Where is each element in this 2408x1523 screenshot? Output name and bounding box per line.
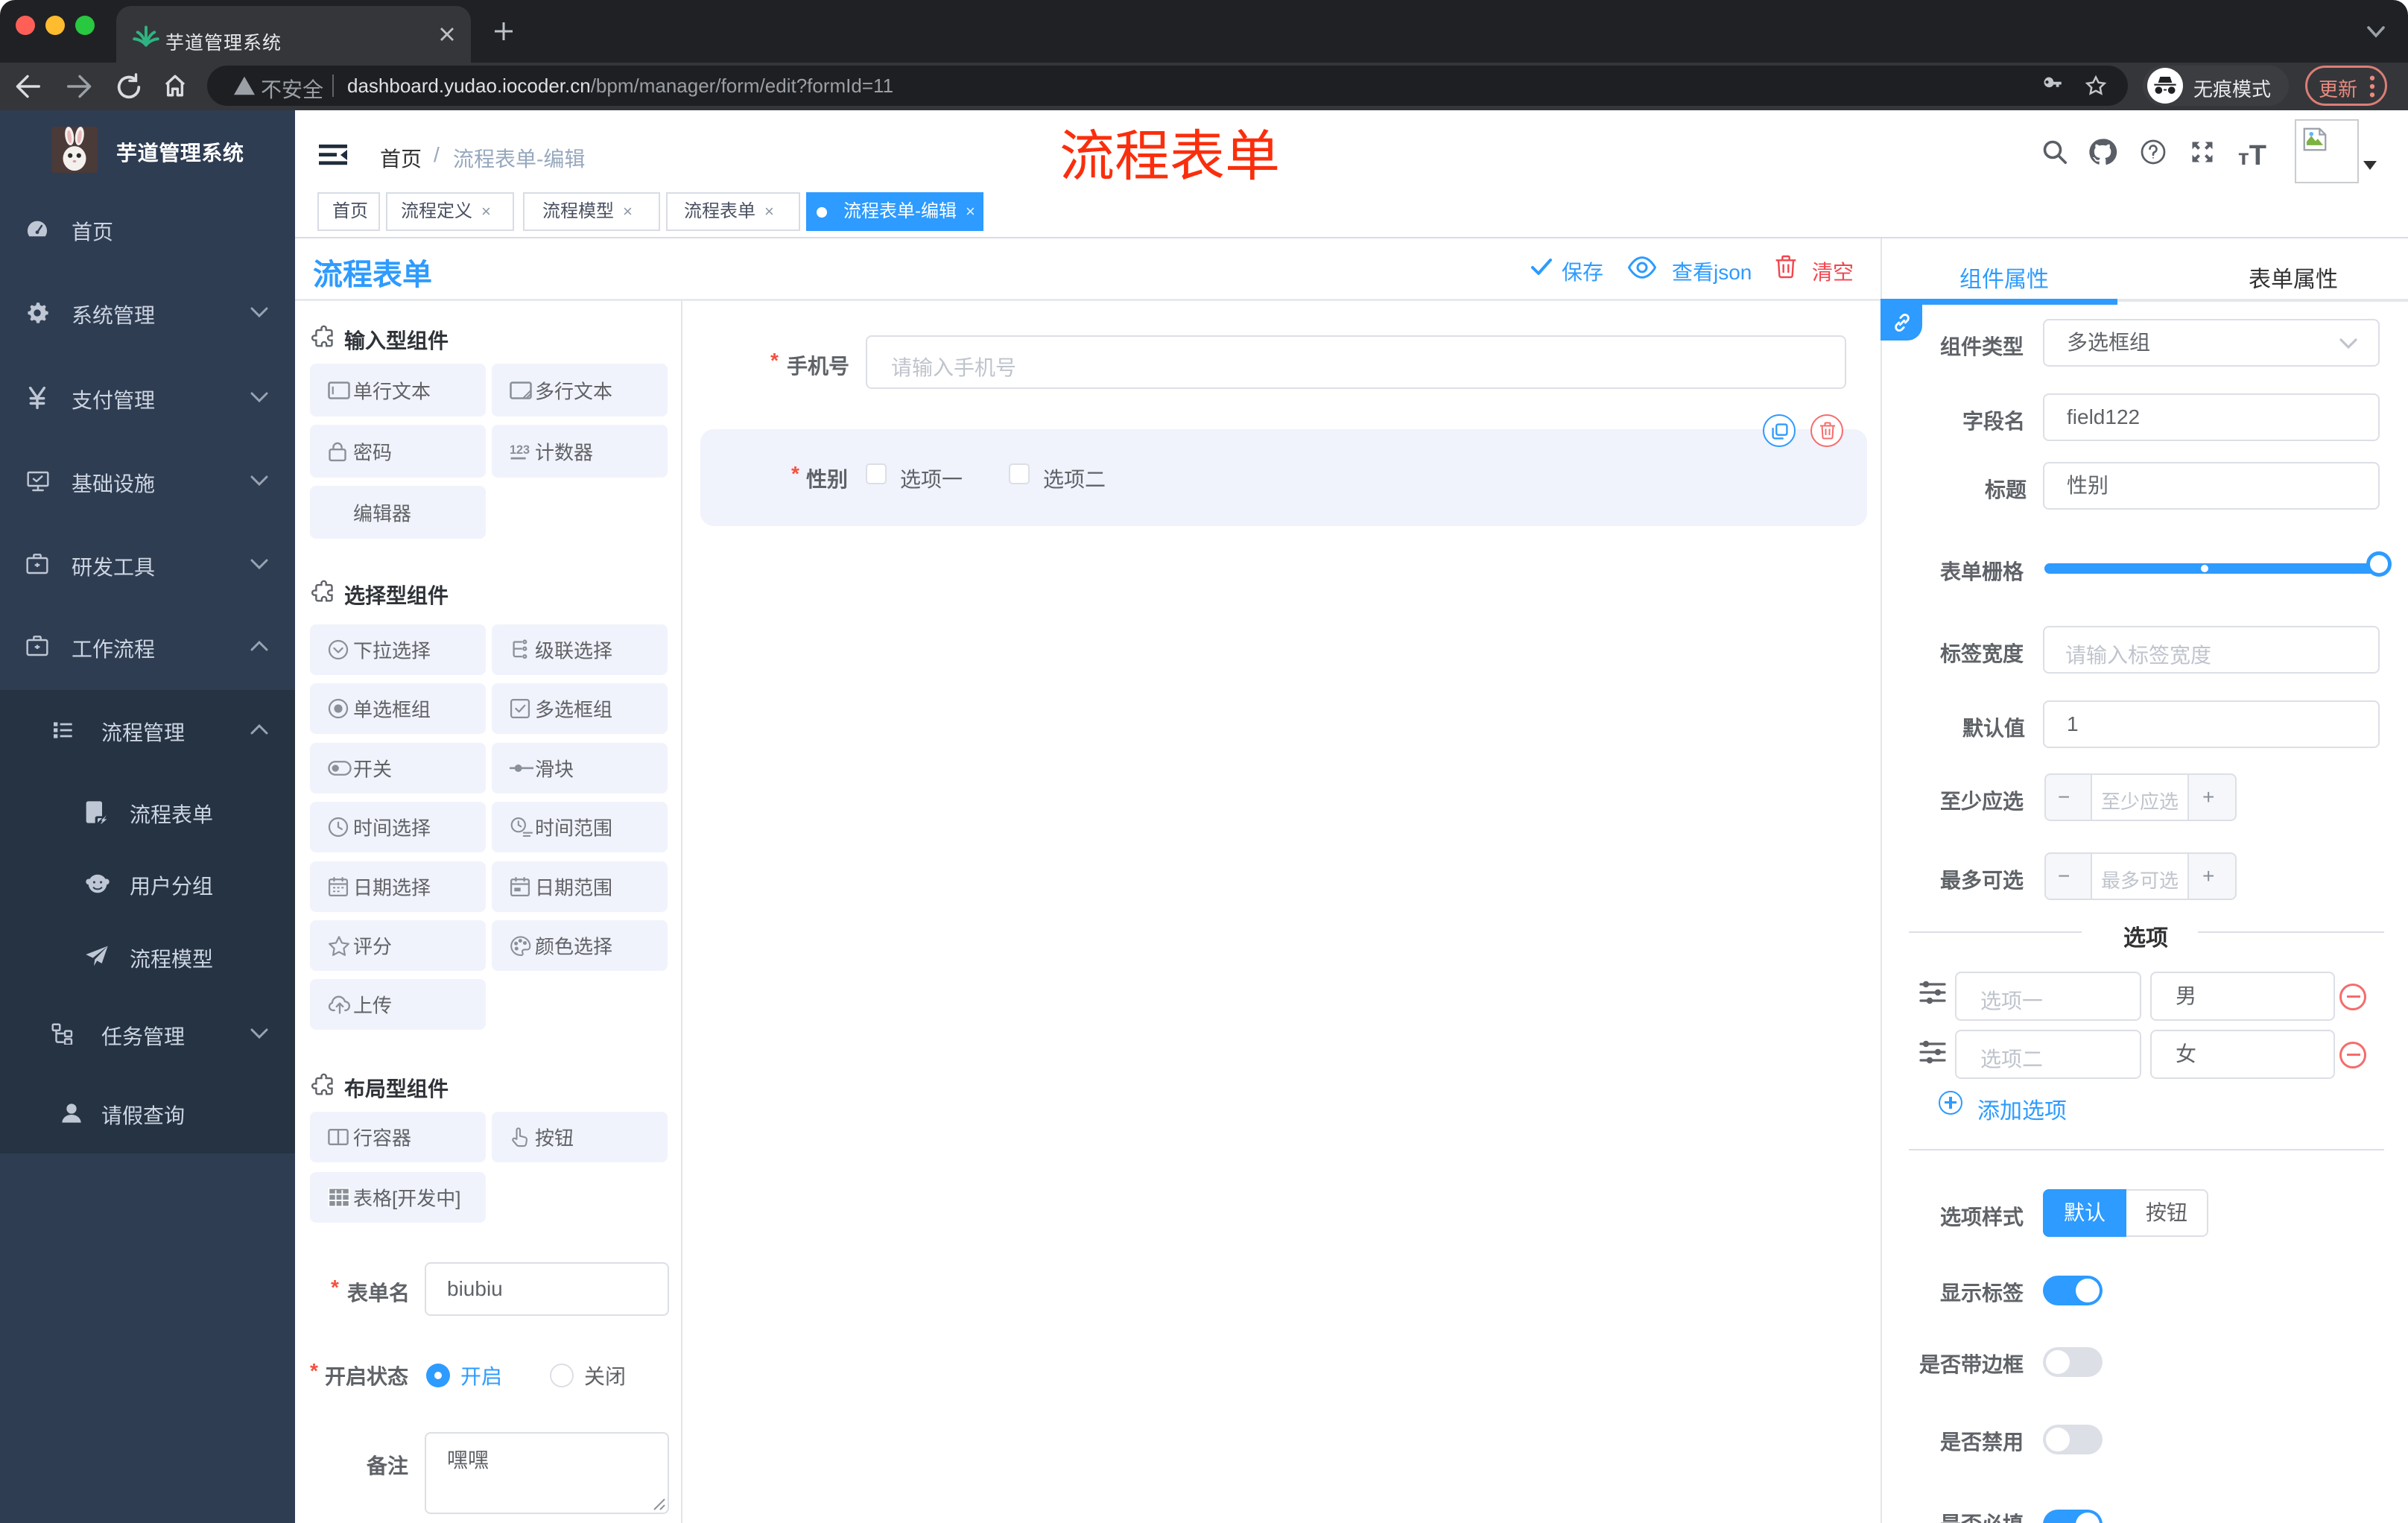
svg-text:123: 123 [510,443,530,457]
